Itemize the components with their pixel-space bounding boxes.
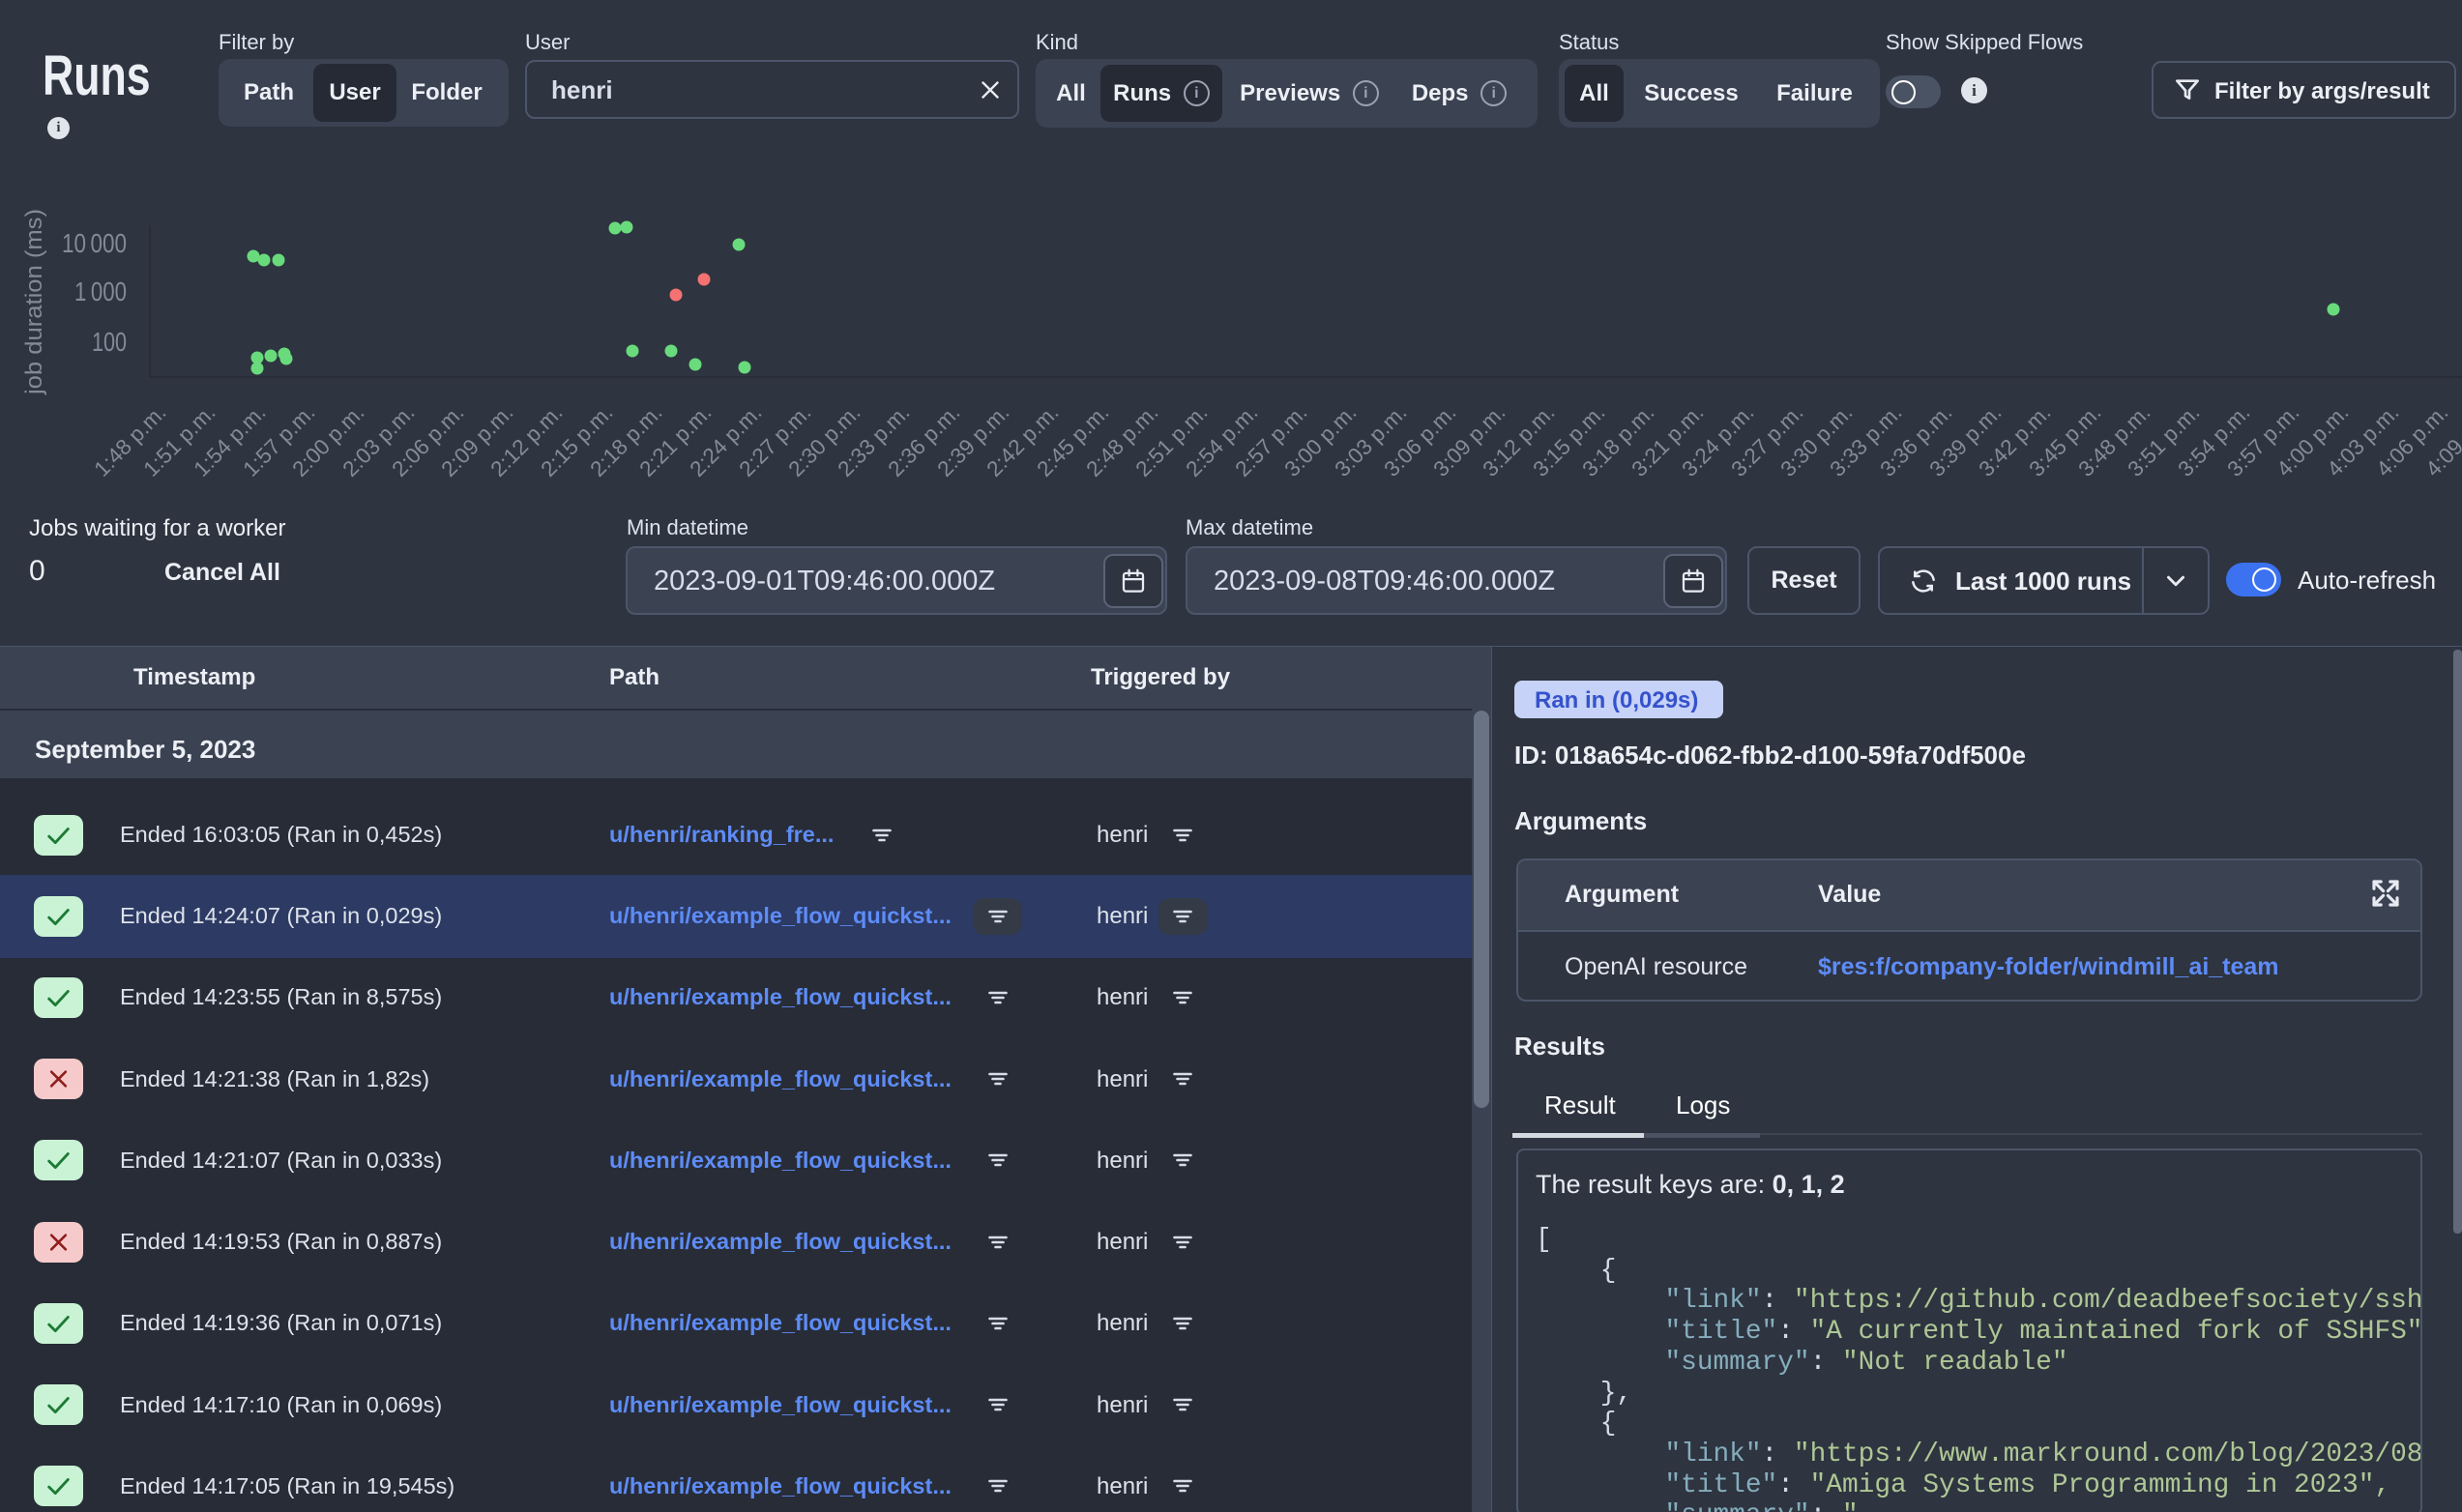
svg-text:10 000: 10 000 — [62, 228, 127, 258]
svg-text:job duration (ms): job duration (ms) — [21, 209, 47, 395]
svg-text:100: 100 — [92, 327, 127, 357]
svg-text:1 000: 1 000 — [74, 276, 127, 306]
